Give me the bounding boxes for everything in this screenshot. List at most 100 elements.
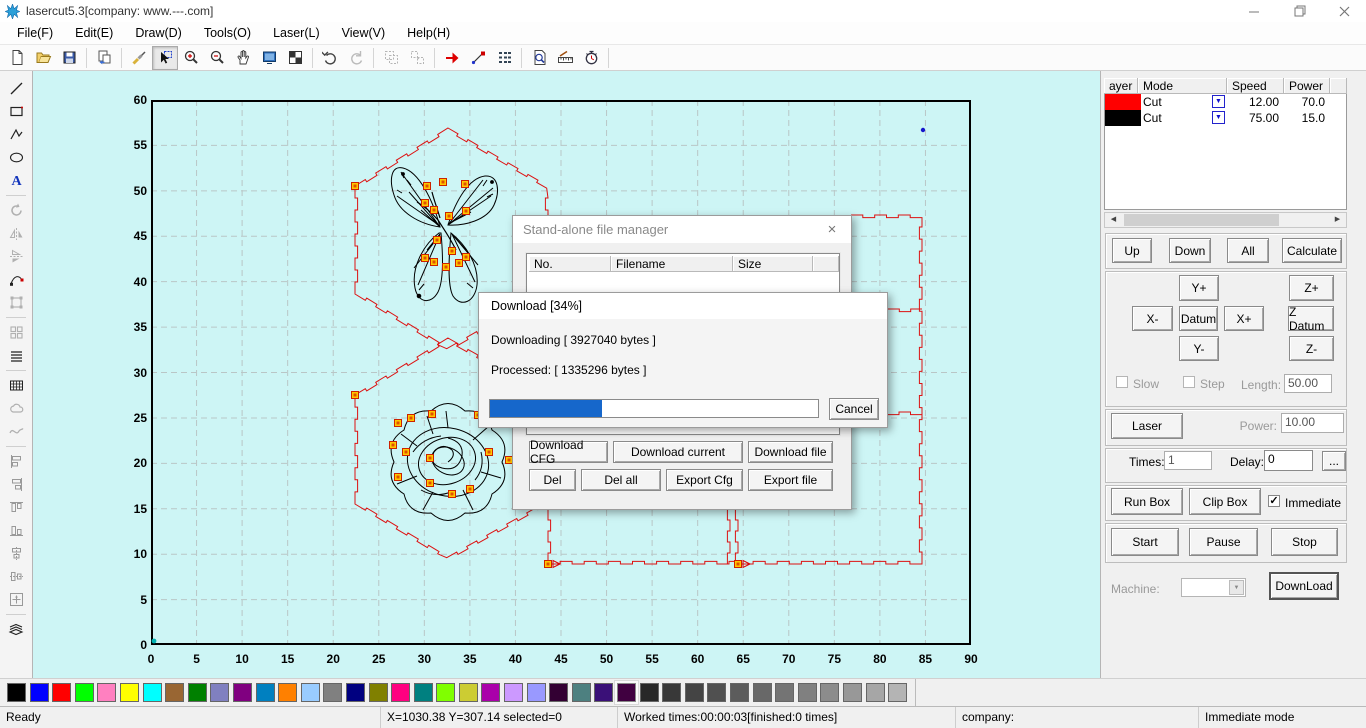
export-file-button[interactable]: Export file xyxy=(748,469,833,491)
palette-color-12[interactable] xyxy=(278,683,298,702)
curve-tool[interactable] xyxy=(4,420,28,443)
z-datum-button[interactable]: Z Datum xyxy=(1288,305,1334,333)
layer-power-cell[interactable]: 70.0 xyxy=(1284,95,1325,109)
zoom-in-button[interactable] xyxy=(178,46,204,70)
start-button[interactable]: Start xyxy=(1111,528,1179,556)
node-edit-tool[interactable] xyxy=(4,268,28,291)
palette-color-15[interactable] xyxy=(345,683,365,702)
output-cloud-tool[interactable] xyxy=(4,397,28,420)
pan-hand-button[interactable] xyxy=(230,46,256,70)
column-header-power[interactable]: Power xyxy=(1284,78,1330,94)
align-center-horizontal[interactable] xyxy=(4,542,28,565)
align-center-vertical[interactable] xyxy=(4,565,28,588)
menu-item-tools[interactable]: Tools(O) xyxy=(193,26,262,40)
palette-color-4[interactable] xyxy=(97,683,117,702)
menu-item-draw[interactable]: Draw(D) xyxy=(124,26,193,40)
scroll-left-icon[interactable]: ◀ xyxy=(1106,214,1121,226)
layer-color-swatch[interactable] xyxy=(1105,110,1141,126)
layer-stack-tool[interactable] xyxy=(4,618,28,641)
array-copy-tool[interactable] xyxy=(4,321,28,344)
delay-input[interactable]: 0 xyxy=(1264,450,1313,471)
zoom-out-button[interactable] xyxy=(204,46,230,70)
up-button[interactable]: Up xyxy=(1112,238,1152,263)
redo-button[interactable] xyxy=(343,46,369,70)
minimize-button[interactable] xyxy=(1232,0,1276,22)
palette-color-0[interactable] xyxy=(7,683,26,702)
import-export-button[interactable] xyxy=(91,46,117,70)
x-plus-button[interactable]: X+ xyxy=(1224,306,1264,331)
ellipse-tool[interactable] xyxy=(4,146,28,169)
palette-color-30[interactable] xyxy=(684,683,704,702)
palette-color-18[interactable] xyxy=(413,683,433,702)
new-file-button[interactable] xyxy=(4,46,30,70)
run-box-button[interactable]: Run Box xyxy=(1111,488,1183,515)
palette-color-1[interactable] xyxy=(29,683,49,702)
palette-color-33[interactable] xyxy=(752,683,772,702)
palette-color-13[interactable] xyxy=(300,683,320,702)
palette-color-28[interactable] xyxy=(639,683,659,702)
undo-button[interactable] xyxy=(317,46,343,70)
palette-color-16[interactable] xyxy=(368,683,388,702)
align-bottom[interactable] xyxy=(4,519,28,542)
palette-color-22[interactable] xyxy=(504,683,524,702)
align-top[interactable] xyxy=(4,496,28,519)
datum-button[interactable]: Datum xyxy=(1179,306,1218,331)
select-tool-button[interactable] xyxy=(152,45,178,70)
download-titlebar[interactable]: Download [34%] xyxy=(479,293,887,319)
machine-combobox[interactable]: ▼ xyxy=(1181,578,1246,597)
delay-more-button[interactable]: ... xyxy=(1322,451,1346,471)
layer-speed-cell[interactable]: 75.00 xyxy=(1227,111,1279,125)
step-checkbox[interactable] xyxy=(1183,376,1195,388)
pause-button[interactable]: Pause xyxy=(1189,528,1258,556)
palette-color-39[interactable] xyxy=(888,683,908,702)
save-file-button[interactable] xyxy=(56,46,82,70)
palette-color-11[interactable] xyxy=(255,683,275,702)
array-output-button[interactable] xyxy=(491,46,517,70)
cut-outline-3[interactable] xyxy=(888,308,922,313)
layer-mode-cell[interactable]: Cut xyxy=(1143,111,1162,125)
palette-color-19[interactable] xyxy=(436,683,456,702)
hatch-tool[interactable] xyxy=(4,344,28,367)
y-minus-button[interactable]: Y- xyxy=(1179,336,1219,361)
all-button[interactable]: All xyxy=(1227,238,1269,263)
display-settings-button[interactable] xyxy=(256,46,282,70)
del-button[interactable]: Del xyxy=(529,469,576,491)
rotate-tool[interactable] xyxy=(4,199,28,222)
del-all-button[interactable]: Del all xyxy=(581,469,661,491)
palette-color-35[interactable] xyxy=(797,683,817,702)
stop-button[interactable]: Stop xyxy=(1271,528,1338,556)
palette-color-7[interactable] xyxy=(165,683,185,702)
down-button[interactable]: Down xyxy=(1169,238,1211,263)
export-cfg-button[interactable]: Export Cfg xyxy=(666,469,743,491)
scrollbar-thumb[interactable] xyxy=(1124,214,1279,226)
open-file-button[interactable] xyxy=(30,46,56,70)
close-button[interactable] xyxy=(1322,0,1366,22)
layer-speed-cell[interactable]: 12.00 xyxy=(1227,95,1279,109)
times-input[interactable]: 1 xyxy=(1164,451,1212,470)
download-cfg-button[interactable]: Download CFG xyxy=(529,438,608,466)
layer-color-swatch[interactable] xyxy=(1105,94,1141,110)
draw-line-node-button[interactable] xyxy=(465,46,491,70)
laser-button[interactable]: Laser xyxy=(1111,413,1183,439)
center-to-page[interactable] xyxy=(4,588,28,611)
text-tool[interactable]: A xyxy=(4,169,28,192)
power-input[interactable]: 10.00 xyxy=(1281,413,1344,433)
palette-color-14[interactable] xyxy=(323,683,343,702)
palette-color-25[interactable] xyxy=(571,683,591,702)
file-column-no[interactable]: No. xyxy=(529,256,611,272)
palette-color-29[interactable] xyxy=(662,683,682,702)
palette-color-32[interactable] xyxy=(730,683,749,702)
ungroup-button[interactable] xyxy=(404,46,430,70)
rectangle-tool[interactable] xyxy=(4,100,28,123)
calculate-button[interactable]: Calculate xyxy=(1282,238,1342,263)
palette-color-34[interactable] xyxy=(775,683,795,702)
y-plus-button[interactable]: Y+ xyxy=(1179,275,1219,301)
palette-color-8[interactable] xyxy=(187,683,207,702)
length-input[interactable]: 50.00 xyxy=(1284,374,1332,393)
column-header-mode[interactable]: Mode xyxy=(1138,78,1227,94)
menu-item-help[interactable]: Help(H) xyxy=(396,26,461,40)
palette-color-31[interactable] xyxy=(707,683,727,702)
file-column-filename[interactable]: Filename xyxy=(611,256,733,272)
download-button[interactable]: DownLoad xyxy=(1269,572,1339,600)
brush-button[interactable] xyxy=(126,46,152,70)
